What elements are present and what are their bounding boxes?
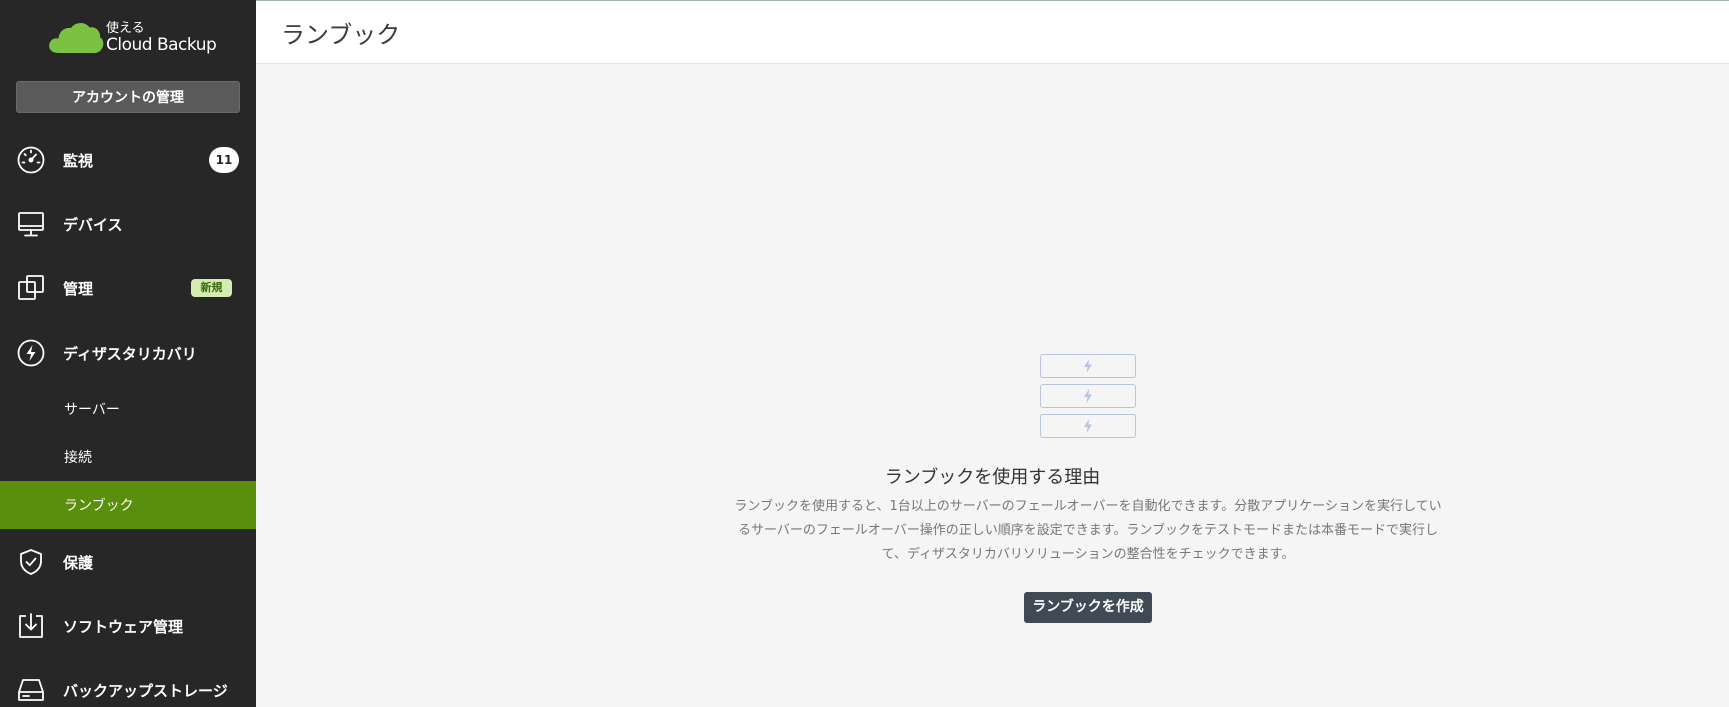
lightning-icon [1084, 359, 1092, 373]
sidebar: 使える Cloud Backup アカウントの管理 監視 11 デバイス 管理 … [0, 0, 256, 707]
sidebar-item-label: デバイス [63, 215, 123, 234]
sidebar-item-backup-storage[interactable]: バックアップストレージ [0, 666, 256, 707]
empty-state-heading: ランブックを使用する理由 [884, 467, 1101, 488]
monitor-icon [16, 209, 46, 239]
empty-state-description: ランブックを使用すると、1台以上のサーバーのフェールオーバーを自動化できます。分… [734, 499, 1442, 562]
brand-text: 使える Cloud Backup [106, 21, 217, 55]
lightning-icon [1084, 389, 1092, 403]
sidebar-subitem-connections[interactable]: 接続 [0, 433, 256, 481]
create-runbook-button[interactable]: ランブックを作成 [1024, 592, 1152, 623]
sidebar-subitem-label: ランブック [64, 498, 134, 514]
page-header: ランブック [256, 0, 1729, 64]
alert-count-badge: 11 [209, 147, 239, 173]
account-management-button[interactable]: アカウントの管理 [16, 81, 240, 113]
runbook-stack-icon [1040, 354, 1136, 444]
sidebar-item-label: 監視 [63, 151, 94, 170]
brand-logo[interactable]: 使える Cloud Backup [48, 18, 217, 58]
lightning-icon [1084, 419, 1092, 433]
runbook-row-icon [1040, 354, 1136, 378]
sidebar-subitem-label: サーバー [64, 402, 120, 418]
sidebar-subitem-servers[interactable]: サーバー [0, 385, 256, 433]
sidebar-item-label: ソフトウェア管理 [63, 617, 184, 636]
sidebar-subitem-label: 接続 [64, 450, 92, 466]
new-badge: 新規 [191, 279, 232, 297]
lightning-circle-icon [16, 338, 46, 368]
sidebar-item-software-management[interactable]: ソフトウェア管理 [0, 602, 256, 650]
drive-icon [16, 675, 46, 705]
download-box-icon [16, 611, 46, 641]
runbook-row-icon [1040, 414, 1136, 438]
sidebar-item-management[interactable]: 管理 新規 [0, 264, 256, 312]
runbook-row-icon [1040, 384, 1136, 408]
page-title: ランブック [281, 21, 401, 49]
main-content: ランブック ランブックを使用する理由 ランブックを使用すると、1台以上のサーバー… [256, 0, 1729, 707]
sidebar-item-disaster-recovery[interactable]: ディザスタリカバリ [0, 329, 256, 377]
sidebar-item-protection[interactable]: 保護 [0, 538, 256, 586]
sidebar-item-monitoring[interactable]: 監視 11 [0, 136, 256, 184]
app-window: 使える Cloud Backup アカウントの管理 監視 11 デバイス 管理 … [0, 0, 1729, 707]
sidebar-item-label: バックアップストレージ [63, 681, 228, 700]
copy-squares-icon [16, 273, 46, 303]
brand-big: Cloud Backup [106, 35, 217, 55]
sidebar-subitem-runbooks[interactable]: ランブック [0, 481, 256, 529]
sidebar-item-label: 保護 [63, 553, 94, 572]
cloud-logo-icon [49, 23, 104, 53]
sidebar-item-label: ディザスタリカバリ [63, 344, 197, 363]
sidebar-item-devices[interactable]: デバイス [0, 200, 256, 248]
brand-small: 使える [106, 21, 145, 36]
sidebar-item-label: 管理 [63, 279, 94, 298]
gauge-icon [16, 145, 46, 175]
shield-check-icon [16, 547, 46, 577]
